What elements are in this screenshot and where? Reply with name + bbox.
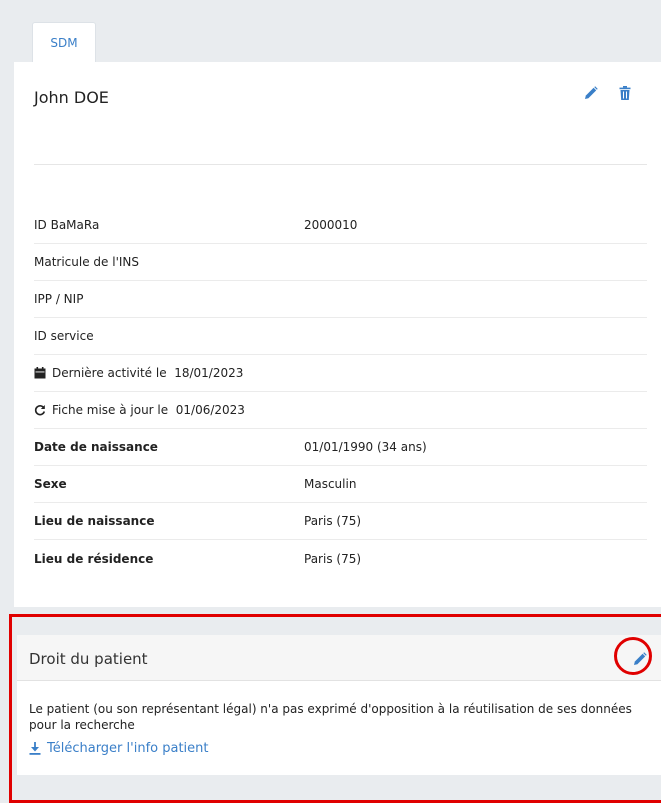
tab-sdm-label: SDM: [50, 35, 78, 50]
field-value: 01/01/1990 (34 ans): [304, 440, 427, 454]
info-row-last-activity: Dernière activité le 18/01/2023: [34, 355, 647, 392]
tab-sdm[interactable]: SDM: [32, 22, 96, 62]
field-label: IPP / NIP: [34, 292, 84, 306]
delete-patient-button[interactable]: [615, 82, 635, 104]
info-row-birthplace: Lieu de naissance Paris (75): [34, 503, 647, 540]
field-label: Lieu de naissance: [34, 514, 155, 528]
field-label: Matricule de l'INS: [34, 255, 139, 269]
field-value: Paris (75): [304, 514, 362, 528]
info-row-updated: Fiche mise à jour le 01/06/2023: [34, 392, 647, 429]
edit-patient-button[interactable]: [580, 82, 602, 104]
info-row-birthdate: Date de naissance 01/01/1990 (34 ans): [34, 429, 647, 466]
rights-text: Le patient (ou son représentant légal) n…: [29, 702, 632, 732]
pencil-icon: [585, 86, 598, 99]
field-label: ID service: [34, 329, 94, 343]
info-row-ipp: IPP / NIP: [34, 281, 647, 318]
field-value: Paris (75): [304, 551, 362, 566]
field-label: Fiche mise à jour le 01/06/2023: [52, 403, 245, 417]
field-label: Date de naissance: [34, 440, 158, 454]
rights-header: Droit du patient: [17, 635, 661, 681]
info-row-residence: Lieu de résidence Paris (75): [34, 540, 647, 577]
field-label: Dernière activité le 18/01/2023: [52, 366, 244, 380]
patient-info-list: ID BaMaRa 2000010 Matricule de l'INS IPP…: [34, 207, 647, 577]
header-divider: [34, 164, 647, 165]
info-row-id-bamara: ID BaMaRa 2000010: [34, 207, 647, 244]
info-row-id-service: ID service: [34, 318, 647, 355]
field-value: 2000010: [304, 218, 358, 232]
refresh-icon: [34, 404, 46, 416]
rights-title: Droit du patient: [29, 650, 148, 668]
trash-icon: [619, 86, 631, 100]
calendar-icon: [34, 367, 46, 379]
patient-card: John DOE ID BaMaRa 2000010 Matricule de …: [14, 62, 661, 607]
info-row-ins: Matricule de l'INS: [34, 244, 647, 281]
field-label: ID BaMaRa: [34, 218, 100, 232]
field-value: Masculin: [304, 477, 357, 491]
field-label: Lieu de résidence: [34, 551, 154, 566]
download-label: Télécharger l'info patient: [47, 741, 209, 756]
patient-name: John DOE: [34, 88, 109, 107]
rights-body: Le patient (ou son représentant légal) n…: [17, 681, 661, 775]
field-label: Sexe: [34, 477, 67, 491]
download-icon: [29, 742, 41, 755]
info-row-sex: Sexe Masculin: [34, 466, 647, 503]
highlight-frame: Droit du patient Le patient (ou son repr…: [9, 614, 661, 803]
download-patient-info-link[interactable]: Télécharger l'info patient: [29, 741, 209, 756]
highlight-circle: [614, 637, 652, 675]
